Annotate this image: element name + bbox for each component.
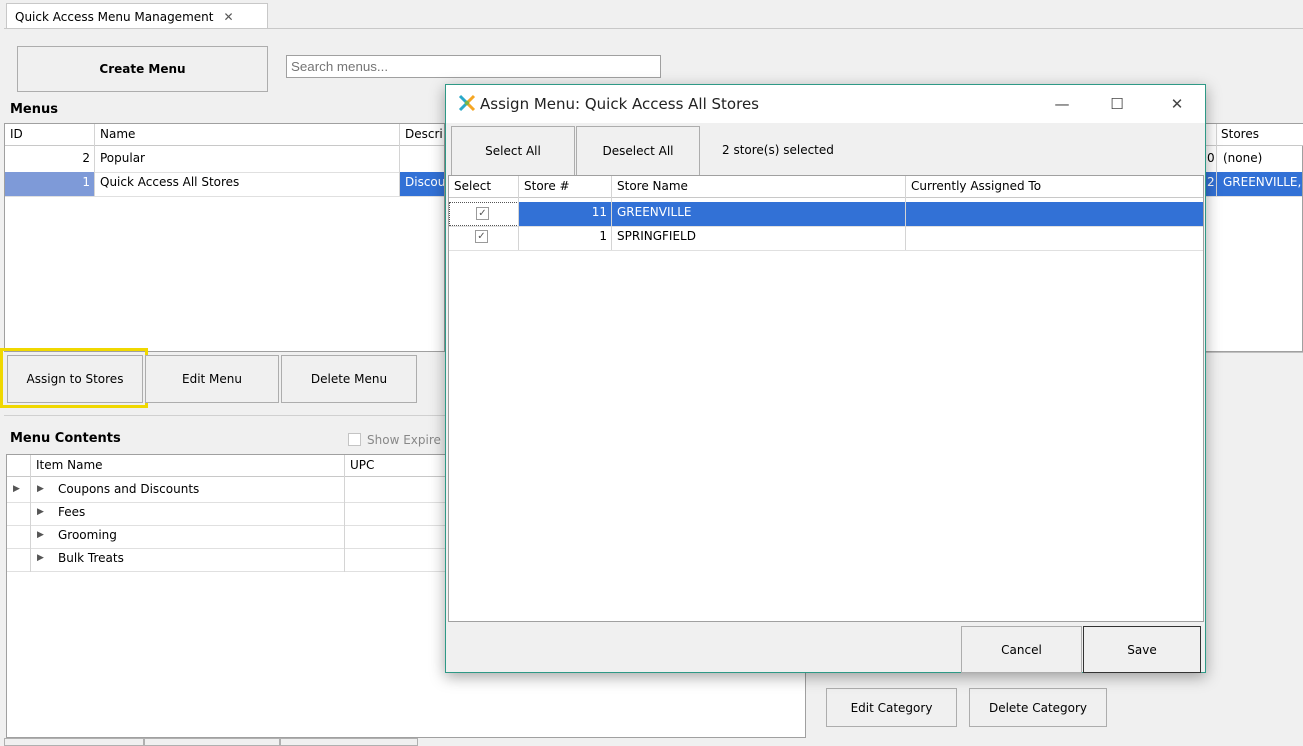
category-name: Fees	[58, 505, 86, 519]
tab-quick-access-menu-management[interactable]: Quick Access Menu Management ✕	[6, 3, 268, 29]
cancel-button[interactable]: Cancel	[961, 626, 1082, 673]
minimize-icon[interactable]: —	[1042, 91, 1082, 117]
table-row[interactable]: ✓ 11 GREENVILLE	[449, 202, 1203, 227]
expand-icon[interactable]: ▶	[35, 548, 49, 571]
col-currently-assigned[interactable]: Currently Assigned To	[906, 176, 1203, 197]
menus-header: ID Name Descri	[5, 124, 444, 146]
contents-header: Item Name UPC	[7, 455, 447, 477]
category-name: Coupons and Discounts	[58, 482, 200, 496]
show-expired-checkbox[interactable]	[348, 433, 361, 446]
stores-grid: Select Store # Store Name Currently Assi…	[448, 175, 1204, 622]
store-assigned	[906, 202, 1203, 226]
expand-icon[interactable]: ▶	[35, 525, 49, 548]
menu-name: Popular	[100, 151, 145, 165]
menu-contents-grid: Item Name UPC ▶ ▶ Coupons and Discounts …	[6, 454, 447, 738]
menu-stores: GREENVILLE,	[1223, 175, 1302, 189]
menus-header-right: Stores	[1206, 124, 1303, 146]
store-name: GREENVILLE	[612, 202, 906, 226]
col-store-name[interactable]: Store Name	[612, 176, 906, 197]
delete-category-button[interactable]: Delete Category	[969, 688, 1107, 727]
tab-divider	[4, 28, 1303, 29]
row-indicator-icon: ▶	[13, 484, 20, 494]
app-logo-icon	[458, 94, 476, 112]
show-expired-option[interactable]: Show Expire	[348, 431, 441, 447]
store-assigned	[906, 226, 1203, 250]
col-item-name[interactable]: Item Name	[31, 455, 345, 476]
col-name[interactable]: Name	[95, 124, 400, 145]
store-checkbox[interactable]: ✓	[476, 207, 489, 220]
menu-contents-title: Menu Contents	[10, 431, 121, 446]
deselect-all-button[interactable]: Deselect All	[576, 126, 700, 176]
tab-title: Quick Access Menu Management	[15, 10, 214, 24]
search-menus-input[interactable]	[286, 55, 661, 78]
edit-menu-button[interactable]: Edit Menu	[145, 355, 279, 403]
bottom-button-stub[interactable]	[280, 738, 418, 746]
menus-grid-right: Stores 0 (none) 2 GREENVILLE,	[1206, 123, 1303, 352]
maximize-icon[interactable]: ☐	[1097, 91, 1137, 117]
separator	[4, 415, 445, 416]
list-item[interactable]: ▶ Bulk Treats	[7, 548, 446, 572]
col-id[interactable]: ID	[5, 124, 95, 145]
table-row[interactable]: 0 (none)	[1206, 148, 1302, 173]
dialog-title: Assign Menu: Quick Access All Stores	[480, 95, 759, 113]
store-number: 1	[599, 229, 607, 243]
list-item[interactable]: ▶ Fees	[7, 502, 446, 526]
list-item[interactable]: ▶ ▶ Coupons and Discounts	[7, 479, 446, 503]
menu-description	[400, 148, 444, 172]
col-store-number[interactable]: Store #	[519, 176, 612, 197]
menu-stores: (none)	[1223, 151, 1263, 165]
store-checkbox[interactable]: ✓	[475, 230, 488, 243]
col-description[interactable]: Descri	[400, 124, 444, 145]
create-menu-button[interactable]: Create Menu	[17, 46, 268, 92]
select-cell[interactable]: ✓	[449, 202, 519, 226]
table-row[interactable]: ✓ 1 SPRINGFIELD	[449, 226, 1203, 251]
table-row[interactable]: 1 Quick Access All Stores Discou	[5, 172, 444, 197]
expand-icon[interactable]: ▶	[35, 502, 49, 525]
select-cell[interactable]: ✓	[449, 226, 519, 250]
menu-id: 2	[82, 151, 90, 165]
highlight-box	[0, 348, 148, 408]
store-number: 11	[519, 202, 612, 226]
menu-id: 1	[5, 172, 95, 196]
menus-grid: ID Name Descri 2 Popular 1 Quick Access …	[4, 123, 445, 352]
bottom-button-stub[interactable]	[144, 738, 280, 746]
dialog-titlebar[interactable]: Assign Menu: Quick Access All Stores — ☐…	[446, 85, 1205, 123]
delete-menu-button[interactable]: Delete Menu	[281, 355, 417, 403]
close-icon[interactable]: ✕	[1157, 91, 1197, 117]
assign-menu-dialog: Assign Menu: Quick Access All Stores — ☐…	[445, 84, 1206, 673]
col-stores[interactable]: Stores	[1216, 124, 1303, 145]
category-name: Bulk Treats	[58, 551, 124, 565]
selected-count: 2 store(s) selected	[722, 143, 834, 157]
right-panel-edge	[1206, 352, 1303, 404]
bottom-button-stub[interactable]	[4, 738, 144, 746]
stores-header: Select Store # Store Name Currently Assi…	[449, 176, 1203, 198]
list-item[interactable]: ▶ Grooming	[7, 525, 446, 549]
col-upc[interactable]: UPC	[345, 455, 447, 476]
save-button[interactable]: Save	[1083, 626, 1201, 673]
show-expired-label: Show Expire	[367, 433, 441, 447]
store-name: SPRINGFIELD	[617, 229, 696, 243]
col-select[interactable]: Select	[449, 176, 519, 197]
menu-description: Discou	[400, 172, 444, 196]
select-all-button[interactable]: Select All	[451, 126, 575, 176]
category-name: Grooming	[58, 528, 117, 542]
expand-icon[interactable]: ▶	[35, 479, 49, 502]
menu-name: Quick Access All Stores	[100, 175, 240, 189]
edit-category-button[interactable]: Edit Category	[826, 688, 957, 727]
menus-title: Menus	[10, 102, 59, 117]
table-row[interactable]: 2 Popular	[5, 148, 444, 173]
table-row[interactable]: 2 GREENVILLE,	[1206, 172, 1302, 197]
close-tab-icon[interactable]: ✕	[223, 10, 233, 24]
